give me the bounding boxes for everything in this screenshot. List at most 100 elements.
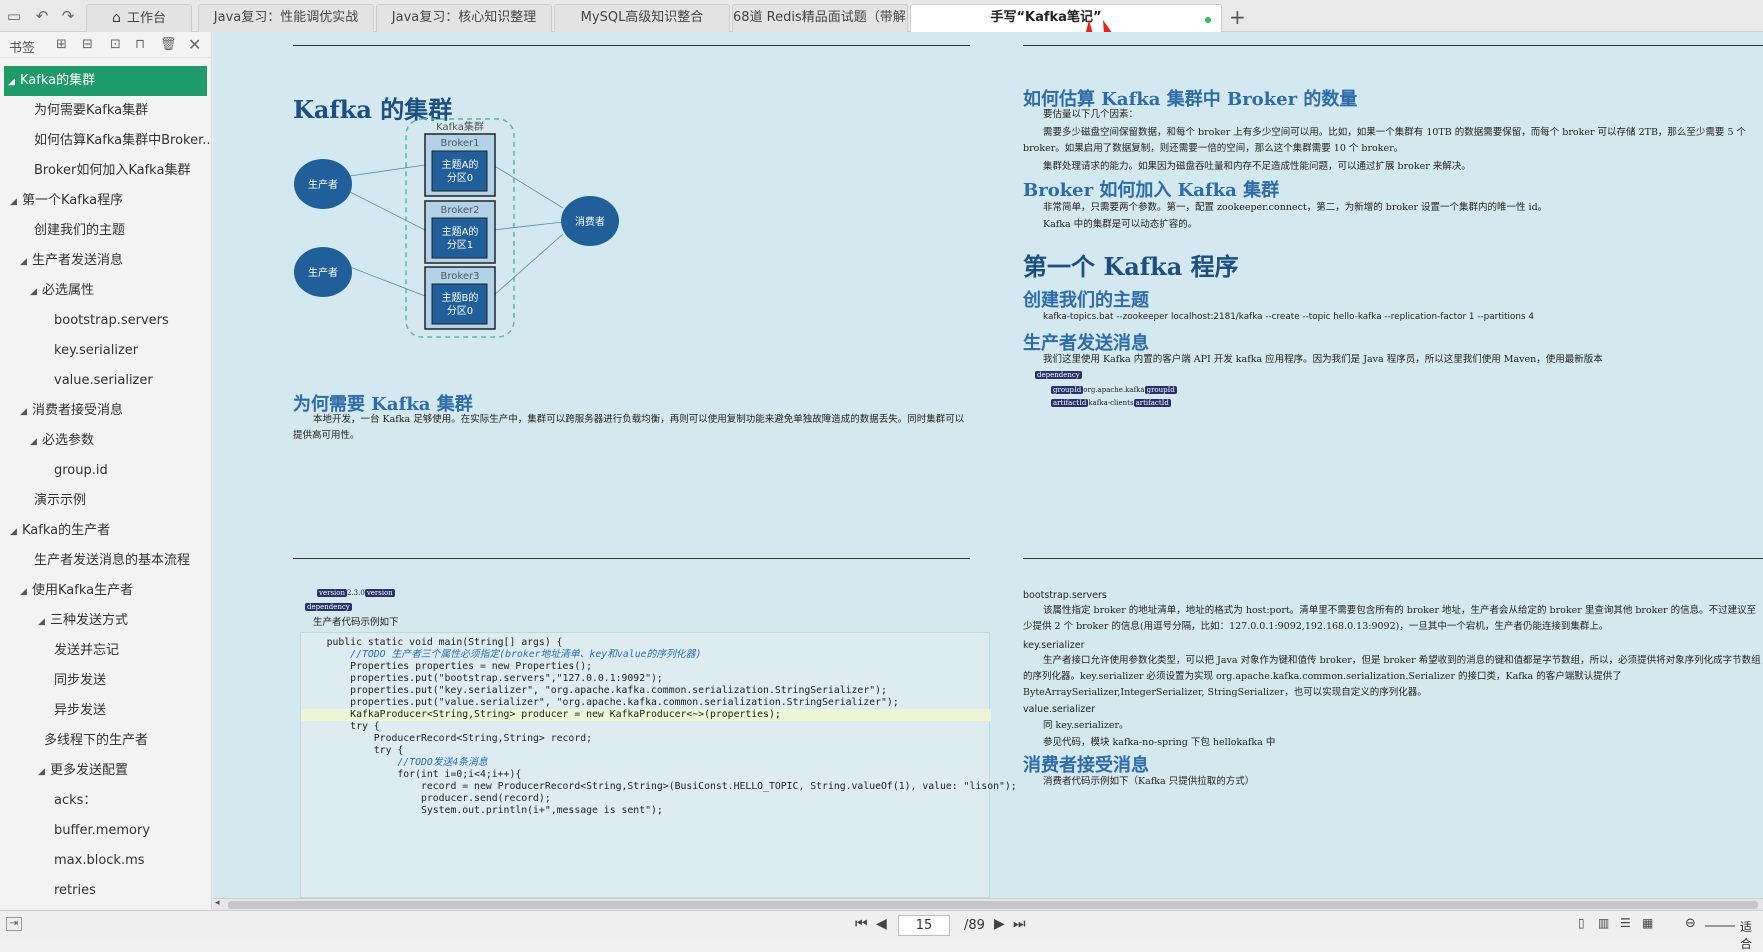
next-page-icon[interactable]: ▶: [994, 916, 1005, 932]
tree-item[interactable]: Broker如何加入Kafka集群: [0, 156, 211, 186]
kafka-cluster-diagram: Kafka集群 生产者 生产者 消费者 Broker1 主题A的 分区0 Bro…: [294, 118, 619, 338]
code-line: KafkaProducer<String,String> producer = …: [303, 709, 781, 720]
tree-item-label: 必选属性: [42, 283, 95, 298]
bookmark-tree: ◢ Kafka的集群 为何需要Kafka集群 如何估算Kafka集群中Broker…: [0, 66, 211, 906]
tab-label: Java复习：性能调优实战: [213, 10, 359, 25]
redo-icon[interactable]: ↷: [58, 6, 78, 26]
code-line: try {: [303, 745, 404, 756]
horizontal-scrollbar[interactable]: ◂: [213, 898, 1763, 910]
continuous-icon[interactable]: ☰: [1620, 916, 1631, 930]
save-icon[interactable]: ▭: [4, 6, 24, 26]
xml-tag: groupId: [1051, 386, 1084, 394]
xml-artifactid: artifactId kafka-clients artifactId: [1051, 399, 1171, 407]
status-bar: ⇥ ⏮ ◀ 15 /89 ▶ ⏭ ▯ ▥ ☰ ▦ ⊖ 适合: [0, 910, 1763, 951]
tree-item[interactable]: ◢ 更多发送配置: [0, 756, 211, 786]
xml-tag: version: [317, 589, 347, 597]
exit-icon[interactable]: ⇥: [6, 917, 22, 931]
broker-label: Broker2: [441, 205, 480, 216]
tab-redis[interactable]: 68道 Redis精品面试题（带解...: [732, 4, 908, 32]
tree-item[interactable]: retries: [0, 876, 211, 906]
tree-item-label: Kafka的集群: [20, 73, 96, 88]
xml-version: version 2.3.0 version: [317, 589, 395, 597]
paragraph: 生产者接口允许使用参数化类型，可以把 Java 对象作为键和值传 broker，…: [1023, 655, 1761, 698]
partition-label: 分区0: [447, 305, 473, 317]
scroll-left-icon[interactable]: ◂: [215, 898, 220, 908]
tree-item-label: 生产者发送消息的基本流程: [34, 553, 191, 568]
bookmark-icon[interactable]: ⊓: [135, 37, 145, 52]
tree-item[interactable]: 生产者发送消息的基本流程: [0, 546, 211, 576]
tree-item[interactable]: ◢ 必选参数: [0, 426, 211, 456]
tree-item[interactable]: max.block.ms: [0, 846, 211, 876]
tree-item[interactable]: 创建我们的主题: [0, 216, 211, 246]
tree-item[interactable]: ◢ 消费者接受消息: [0, 396, 211, 426]
tree-item-label: 生产者发送消息: [32, 253, 124, 268]
add-bookmark-icon[interactable]: ⊡: [110, 37, 121, 52]
paragraph: 要估量以下几个因素：: [1043, 109, 1139, 120]
code-block: public static void main(String[] args) {…: [303, 637, 1017, 817]
page-number-input[interactable]: 15: [898, 915, 950, 936]
paragraph: 本地开发，一台 Kafka 足够使用。在实际生产中，集群可以跨服务器进行负载均衡…: [293, 414, 965, 441]
tree-item[interactable]: value.serializer: [0, 366, 211, 396]
close-icon[interactable]: ✕: [188, 35, 201, 54]
book-view-icon[interactable]: ▦: [1642, 916, 1653, 930]
tree-item[interactable]: 异步发送: [0, 696, 211, 726]
expand-all-icon[interactable]: ⊞: [56, 37, 67, 52]
delete-icon[interactable]: 🗑: [160, 37, 177, 52]
prev-page-icon[interactable]: ◀: [876, 916, 887, 932]
last-page-icon[interactable]: ⏭: [1013, 916, 1026, 932]
partition-label: 分区1: [447, 239, 473, 251]
tree-item[interactable]: ◢ 三种发送方式: [0, 606, 211, 636]
code-line: producer.send(record);: [303, 793, 551, 804]
scroll-thumb[interactable]: [228, 901, 1758, 909]
tree-item[interactable]: key.serializer: [0, 336, 211, 366]
tree-item-label: retries: [54, 883, 96, 898]
zoom-fit-label[interactable]: 适合: [1740, 918, 1763, 952]
tree-item[interactable]: acks：: [0, 786, 211, 816]
tab-kafka[interactable]: 手写“Kafka笔记”: [910, 4, 1222, 33]
tree-item[interactable]: 发送并忘记: [0, 636, 211, 666]
tree-item[interactable]: ◢ 第一个Kafka程序: [0, 186, 211, 216]
document-view[interactable]: Kafka 的集群 Kafka集群 生产者 生产者 消费者 Broker1 主题…: [213, 32, 1763, 898]
tab-mysql[interactable]: MySQL高级知识整合: [554, 4, 730, 32]
tree-item-label: bootstrap.servers: [54, 313, 169, 328]
tab-java-core[interactable]: Java复习：核心知识整理: [376, 4, 552, 32]
partition-label: 主题B的: [442, 291, 479, 304]
tree-item[interactable]: ◢ 生产者发送消息: [0, 246, 211, 276]
undo-icon[interactable]: ↶: [32, 6, 52, 26]
paragraph: 生产者代码示例如下: [313, 617, 399, 628]
paragraph: 同 key.serializer。: [1043, 720, 1129, 731]
new-tab-button[interactable]: +: [1229, 4, 1246, 30]
tree-item[interactable]: 演示示例: [0, 486, 211, 516]
xml-tag: dependency: [305, 603, 352, 611]
paragraph: 非常简单，只需要两个参数。第一，配置 zookeeper.connect，第二，…: [1043, 202, 1548, 213]
zoom-out-icon[interactable]: ⊖: [1685, 916, 1696, 931]
tree-item[interactable]: 为何需要Kafka集群: [0, 96, 211, 126]
paragraph: 我们这里使用 Kafka 内置的客户端 API 开发 kafka 应用程序。因为…: [1043, 354, 1603, 365]
dual-page-icon[interactable]: ▥: [1598, 916, 1609, 930]
partition-label: 主题A的: [442, 225, 479, 238]
tab-workbench[interactable]: ⌂ 工作台: [86, 4, 192, 32]
tree-item[interactable]: 如何估算Kafka集群中Broker...: [0, 126, 211, 156]
tree-item[interactable]: ◢ Kafka的集群: [4, 66, 207, 96]
first-page-icon[interactable]: ⏮: [855, 916, 868, 932]
heading-first-program: 第一个 Kafka 程序: [1023, 252, 1239, 281]
zoom-slider[interactable]: [1705, 925, 1735, 927]
paragraph: 需要多少磁盘空间保留数据，和每个 broker 上有多少空间可以用。比如，如果一…: [1023, 127, 1747, 154]
tree-item[interactable]: 多线程下的生产者: [0, 726, 211, 756]
tree-item[interactable]: ◢ Kafka的生产者: [0, 516, 211, 546]
tree-item[interactable]: group.id: [0, 456, 211, 486]
tree-item[interactable]: bootstrap.servers: [0, 306, 211, 336]
tree-item[interactable]: ◢ 必选属性: [0, 276, 211, 306]
collapse-all-icon[interactable]: ⊟: [82, 37, 93, 52]
single-page-icon[interactable]: ▯: [1578, 916, 1585, 930]
partition-label: 主题A的: [442, 158, 479, 171]
tree-item-label: 三种发送方式: [50, 613, 129, 628]
tree-item-label: max.block.ms: [54, 853, 145, 868]
tree-item[interactable]: buffer.memory: [0, 816, 211, 846]
tree-item[interactable]: 同步发送: [0, 666, 211, 696]
tree-item[interactable]: ◢ 使用Kafka生产者: [0, 576, 211, 606]
page-rule: [293, 558, 970, 559]
code-screenshot: public static void main(String[] args) {…: [300, 632, 1017, 898]
tab-java-perf[interactable]: Java复习：性能调优实战: [198, 4, 374, 32]
tree-item-label: 多线程下的生产者: [44, 733, 149, 748]
